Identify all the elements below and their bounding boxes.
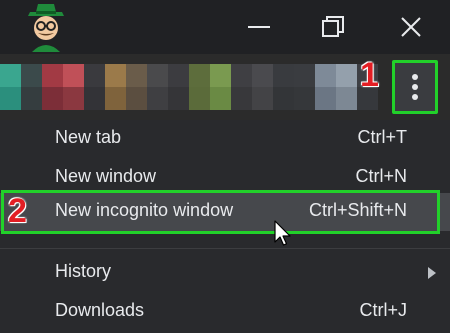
more-vert-icon-dot-3 [412,94,418,100]
mouse-pointer-icon [274,220,291,246]
more-vert-icon-dot-2 [412,84,418,90]
menu-item-history[interactable]: History [0,254,450,292]
menu-item-shortcut: Ctrl+N [355,166,407,186]
menu-item-shortcut: Ctrl+J [359,300,407,320]
menu-item-label: History [55,261,112,281]
close-icon[interactable] [396,12,426,42]
more-menu-button[interactable] [392,60,438,114]
menu-item-new-tab[interactable]: New tab Ctrl+T [0,120,450,158]
app-logo-icon [28,4,64,52]
more-vert-icon [412,74,418,80]
blurred-bookmarks [0,64,390,110]
menu-item-downloads[interactable]: Downloads Ctrl+J [0,293,450,331]
restore-icon[interactable] [318,12,348,42]
step-number-2: 2 [8,192,27,230]
bookmarks-toolbar: 1 [0,54,450,120]
highlight-outline [1,190,440,234]
browser-menu: New tab Ctrl+T New window Ctrl+N New inc… [0,120,450,333]
minimize-icon[interactable] [244,12,274,42]
menu-item-shortcut: Ctrl+T [357,127,408,147]
menu-item-label: New window [55,166,157,186]
step-number-1: 1 [360,56,379,94]
menu-item-label: Downloads [55,300,145,320]
menu-separator [0,248,450,249]
menu-item-label: New tab [55,127,122,147]
chevron-right-icon [428,267,436,279]
title-bar [0,0,450,54]
